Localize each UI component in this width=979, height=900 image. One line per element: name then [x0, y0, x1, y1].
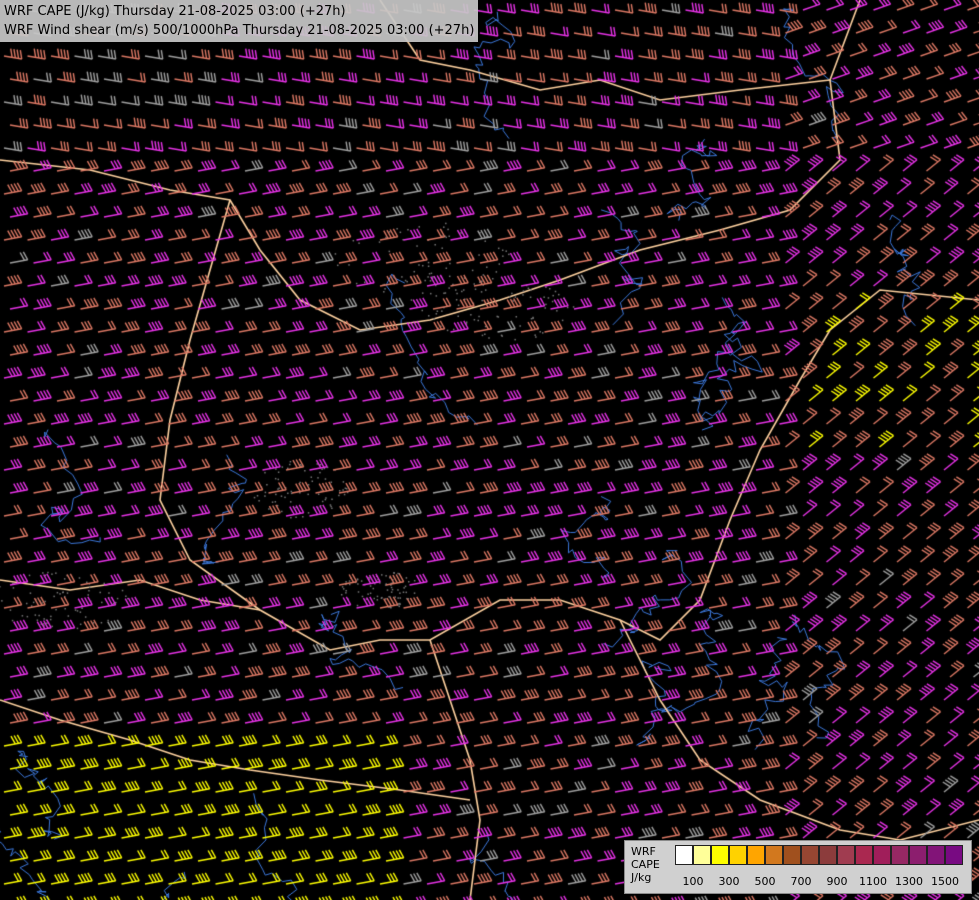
- legend-field: CAPE: [631, 858, 660, 871]
- legend-tick-labels: 100 300 500 700 900 1100 1300 1500: [675, 875, 965, 889]
- legend-tick-label: 900: [826, 875, 848, 888]
- legend-swatch: [837, 845, 855, 865]
- title-wind-shear: WRF Wind shear (m/s) 500/1000hPa Thursda…: [4, 23, 475, 38]
- legend-swatch: [675, 845, 693, 865]
- legend-tick-label: 300: [718, 875, 740, 888]
- legend-swatch: [873, 845, 891, 865]
- legend-tick-label: 1300: [895, 875, 923, 888]
- legend-swatch: [819, 845, 837, 865]
- legend-swatch: [855, 845, 873, 865]
- legend-tick-label: 700: [790, 875, 812, 888]
- legend-unit: J/kg: [631, 871, 652, 884]
- legend-swatch: [711, 845, 729, 865]
- legend-swatch: [891, 845, 909, 865]
- legend-swatch: [801, 845, 819, 865]
- legend-swatch: [693, 845, 711, 865]
- title-cape: WRF CAPE (J/kg) Thursday 21-08-2025 03:0…: [4, 4, 346, 19]
- cape-legend: WRF CAPE J/kg 100 300 500 700 900 1100 1300 150…: [624, 840, 972, 894]
- legend-tick-label: 100: [682, 875, 704, 888]
- legend-model: WRF: [631, 845, 656, 858]
- legend-swatch: [909, 845, 927, 865]
- map-title-box: WRF CAPE (J/kg) Thursday 21-08-2025 03:0…: [0, 0, 479, 42]
- weather-map: [0, 0, 979, 900]
- legend-color-scale: [675, 845, 963, 865]
- legend-swatch: [747, 845, 765, 865]
- legend-swatch: [927, 845, 945, 865]
- legend-tick-label: 1500: [931, 875, 959, 888]
- legend-swatch: [765, 845, 783, 865]
- legend-labels: WRF CAPE J/kg: [631, 845, 671, 884]
- legend-tick-label: 500: [754, 875, 776, 888]
- legend-swatch: [945, 845, 963, 865]
- legend-swatch: [783, 845, 801, 865]
- legend-swatch: [729, 845, 747, 865]
- legend-tick-label: 1100: [859, 875, 887, 888]
